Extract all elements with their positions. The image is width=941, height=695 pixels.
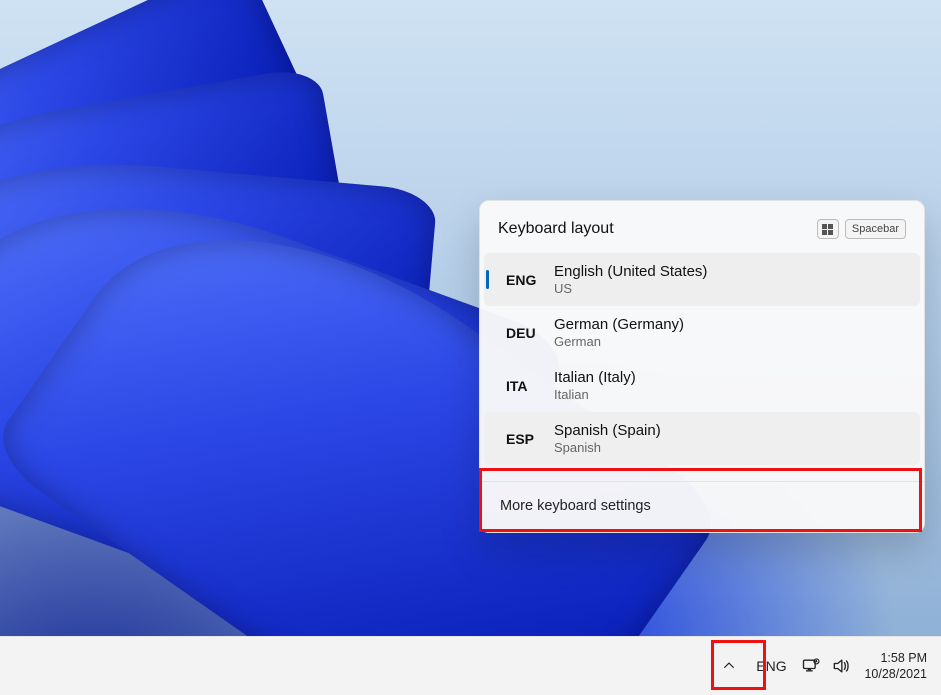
network-button[interactable]	[796, 643, 826, 689]
clock-button[interactable]: 1:58 PM 10/28/2021	[856, 650, 935, 682]
network-icon	[801, 656, 821, 676]
more-keyboard-settings-link[interactable]: More keyboard settings	[480, 482, 924, 532]
clock-time: 1:58 PM	[880, 650, 927, 666]
chevron-up-icon	[722, 659, 736, 673]
language-sublabel: Spanish	[554, 440, 914, 455]
language-item-ita[interactable]: ITAItalian (Italy)Italian	[484, 359, 920, 412]
language-list: ENGEnglish (United States)USDEUGerman (G…	[480, 253, 924, 471]
language-item-deu[interactable]: DEUGerman (Germany)German	[484, 306, 920, 359]
language-name: German (Germany)	[554, 316, 914, 333]
keyboard-layout-flyout: Keyboard layout Spacebar ENGEnglish (Uni…	[479, 200, 925, 533]
language-sublabel: Italian	[554, 387, 914, 402]
speaker-icon	[831, 656, 851, 676]
system-tray: ENG 1:58 PM 10/28/2021	[712, 643, 935, 689]
language-indicator-button[interactable]: ENG	[746, 643, 796, 689]
language-sublabel: German	[554, 334, 914, 349]
flyout-title: Keyboard layout	[498, 220, 614, 238]
language-item-eng[interactable]: ENGEnglish (United States)US	[484, 253, 920, 306]
volume-button[interactable]	[826, 643, 856, 689]
language-abbr: ITA	[484, 378, 554, 394]
language-name: Spanish (Spain)	[554, 422, 914, 439]
show-hidden-icons-button[interactable]	[712, 643, 746, 689]
language-item-esp[interactable]: ESPSpanish (Spain)Spanish	[484, 412, 920, 465]
taskbar: ENG 1:58 PM 10/28/2021	[0, 636, 941, 695]
language-name: Italian (Italy)	[554, 369, 914, 386]
language-name: English (United States)	[554, 263, 914, 280]
shortcut-hint: Spacebar	[817, 219, 906, 239]
clock-date: 10/28/2021	[864, 666, 927, 682]
language-abbr: DEU	[484, 325, 554, 341]
windows-key-icon	[817, 219, 839, 239]
language-abbr: ESP	[484, 431, 554, 447]
language-abbr: ENG	[484, 272, 554, 288]
spacebar-key: Spacebar	[845, 219, 906, 239]
language-sublabel: US	[554, 281, 914, 296]
